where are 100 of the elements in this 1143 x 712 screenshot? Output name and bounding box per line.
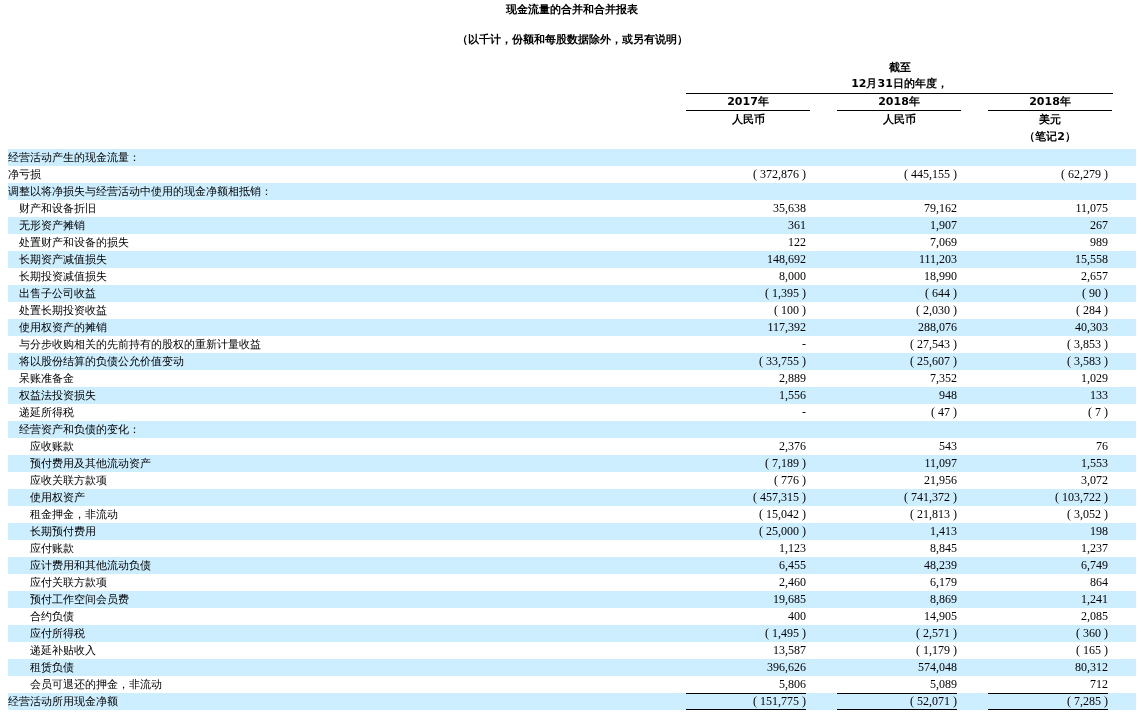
amount-cell-text: 21,956: [923, 472, 957, 489]
amount-cell-text: 1,029: [1080, 370, 1108, 387]
amount-cell-text: 712: [1089, 676, 1108, 693]
amount-cell-text: ( 2,571 ): [915, 625, 957, 642]
line-item-label: 长期资产减值损失: [18, 252, 107, 268]
amount-cell-text: 3,072: [1080, 472, 1108, 489]
line-item-label: 应收账款: [29, 439, 74, 455]
amount-cell-text: ( 284 ): [1075, 302, 1108, 319]
amount-cell-text: ( 3,853 ): [1066, 336, 1108, 353]
line-item-label: 使用权资产: [29, 490, 85, 506]
line-item-label: 长期投资减值损失: [18, 269, 107, 285]
amount-cell-text: 13,587: [772, 642, 806, 659]
amount-cell-text: 8,000: [778, 268, 806, 285]
amount-cell-text: 14,905: [923, 608, 957, 625]
amount-cell-text: 8,869: [929, 591, 957, 608]
amount-cell-text: ( 445,155 ): [903, 166, 957, 183]
amount-cell-text: ( 360 ): [1075, 625, 1108, 642]
amount-cell-text: 5,806: [778, 676, 806, 693]
line-item-label: 递延补贴收入: [29, 643, 96, 659]
amount-cell-text: 1,553: [1080, 455, 1108, 472]
amount-cell-text: 1,123: [778, 540, 806, 557]
amount-cell-text: 2,460: [778, 574, 806, 591]
amount-cell-text: 396,626: [766, 659, 806, 676]
amount-cell-text: 1,907: [929, 217, 957, 234]
line-item-label: 应收关联方款项: [29, 473, 107, 489]
amount-cell-text: ( 1,495 ): [764, 625, 806, 642]
amount-cell-text: ( 25,607 ): [909, 353, 957, 370]
amount-cell-text: 19,685: [772, 591, 806, 608]
amount-cell-text: 400: [787, 608, 806, 625]
amount-cell-text: ( 644 ): [924, 285, 957, 302]
amount-cell-text: 18,990: [923, 268, 957, 285]
line-item-label: 递延所得税: [18, 405, 74, 421]
line-item-label: 预付工作空间会员费: [29, 592, 129, 608]
amount-cell-text: ( 103,722 ): [1054, 489, 1108, 506]
amount-cell-text: 8,845: [929, 540, 957, 557]
amount-cell-text: 11,075: [1074, 200, 1108, 217]
line-item-label: 出售子公司收益: [18, 286, 96, 302]
section-label: 经营活动产生的现金流量：: [8, 150, 140, 166]
amount-cell-text: ( 27,543 ): [909, 336, 957, 353]
amount-cell-text: 543: [938, 438, 957, 455]
line-item-label: 无形资产摊销: [18, 218, 85, 234]
amount-cell-text: ( 33,755 ): [758, 353, 806, 370]
amount-cell-text: ( 1,179 ): [915, 642, 957, 659]
amount-cell-text: 80,312: [1074, 659, 1108, 676]
line-item-label: 与分步收购相关的先前持有的股权的重新计量收益: [18, 337, 261, 353]
amount-cell-text: 1,237: [1080, 540, 1108, 557]
amount-cell: ( 7,285 ): [988, 693, 1108, 710]
report-subtitle: （以千计，份额和每股数据除外，或另有说明）: [455, 32, 689, 48]
line-item-label: 将以股份结算的负债公允价值变动: [18, 354, 184, 370]
amount-cell-text: 11,097: [923, 455, 957, 472]
amount-cell-text: ( 372,876 ): [752, 166, 806, 183]
amount-cell-text: 117,392: [766, 319, 806, 336]
line-item-label: 呆账准备金: [18, 371, 74, 387]
period-heading: 截至: [888, 60, 911, 76]
amount-cell-text: 111,203: [917, 251, 957, 268]
amount-cell-text: 288,076: [917, 319, 957, 336]
amount-cell-text: ( 1,395 ): [764, 285, 806, 302]
year-heading: 2017年: [686, 94, 810, 111]
line-item-label: 权益法投资损失: [18, 388, 96, 404]
note-heading: （笔记2）: [1024, 129, 1076, 145]
line-item-label: 会员可退还的押金，非流动: [29, 677, 162, 693]
amount-cell-text: ( 7 ): [1087, 404, 1108, 421]
line-item-label: 应付所得税: [29, 626, 85, 642]
amount-cell: ( 151,775 ): [686, 693, 806, 710]
amount-cell-text: ( 90 ): [1081, 285, 1108, 302]
amount-cell-text: 40,303: [1074, 319, 1108, 336]
amount-cell-text: 122: [787, 234, 806, 251]
amount-cell-text: ( 25,000 ): [758, 523, 806, 540]
line-item-label: 使用权资产的摊销: [18, 320, 107, 336]
amount-cell-text: 148,692: [766, 251, 806, 268]
amount-cell-text: 1,413: [929, 523, 957, 540]
section-label: 调整以将净损失与经营活动中使用的现金净额相抵销：: [8, 184, 272, 200]
currency-heading: 人民币: [731, 112, 765, 128]
amount-cell-text: ( 165 ): [1075, 642, 1108, 659]
line-item-label: 租金押金，非流动: [29, 507, 118, 523]
amount-cell-text: 48,239: [923, 557, 957, 574]
amount-cell-text: 6,179: [929, 574, 957, 591]
amount-cell-text: 7,352: [929, 370, 957, 387]
amount-cell-text: ( 21,813 ): [909, 506, 957, 523]
section-label: 经营资产和负债的变化：: [18, 422, 140, 438]
amount-cell: ( 52,071 ): [837, 693, 957, 710]
amount-cell-text: 133: [1089, 387, 1108, 404]
line-item-label: 应付账款: [29, 541, 74, 557]
amount-cell-text: 864: [1089, 574, 1108, 591]
line-item-label: 合约负债: [29, 609, 74, 625]
amount-cell-text: ( 2,030 ): [915, 302, 957, 319]
period-heading: 12月31日的年度，: [851, 76, 948, 92]
amount-cell-text: 1,556: [778, 387, 806, 404]
amount-cell-text: ( 62,279 ): [1060, 166, 1108, 183]
amount-cell-text: 35,638: [772, 200, 806, 217]
amount-cell-text: 1,241: [1080, 591, 1108, 608]
total-label: 经营活动所用现金净额: [8, 694, 118, 710]
amount-cell-text: ( 741,372 ): [903, 489, 957, 506]
amount-cell-text: 948: [938, 387, 957, 404]
amount-cell-text: -: [801, 404, 806, 421]
amount-cell-text: 989: [1089, 234, 1108, 251]
amount-cell-text: ( 100 ): [773, 302, 806, 319]
amount-cell-text: ( 776 ): [773, 472, 806, 489]
line-item-label: 净亏损: [8, 167, 41, 183]
amount-cell-text: 15,558: [1074, 251, 1108, 268]
